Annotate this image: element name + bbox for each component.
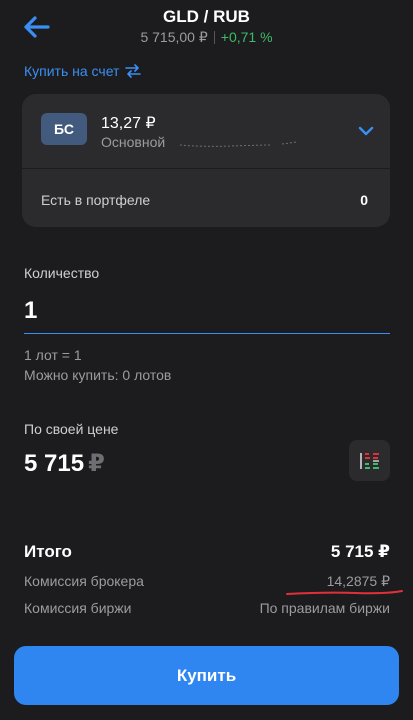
account-type-label: Купить на счет (24, 63, 120, 79)
exchange-fee-label: Комиссия биржи (24, 600, 132, 616)
annotation-underline (286, 590, 403, 595)
order-screen: GLD / RUB 5 715,00 ₽ +0,71 % Купить на сч… (0, 0, 413, 720)
instrument-title: GLD / RUB (163, 7, 250, 26)
account-select-button[interactable] (358, 124, 374, 142)
account-name: Основной (101, 134, 166, 150)
quote-divider (213, 31, 215, 44)
order-book-button[interactable] (349, 440, 390, 481)
order-book-icon (359, 452, 379, 469)
price-currency: ₽ (88, 450, 105, 477)
portfolio-value: 0 (360, 192, 368, 208)
instrument-quote: 5 715,00 ₽ +0,71 % (0, 29, 413, 46)
account-balance: 13,27 ₽ (101, 115, 156, 132)
buy-button[interactable]: Купить (14, 646, 399, 705)
account-card: БС 13,27 ₽ Основной Есть в портфеле 0 (22, 94, 390, 227)
account-badge: БС (41, 113, 87, 145)
quantity-label: Количество (24, 265, 100, 281)
total-label: Итого (24, 542, 72, 561)
instrument-price: 5 715,00 ₽ (140, 29, 208, 45)
redacted-scribble (179, 141, 298, 147)
portfolio-label: Есть в портфеле (41, 192, 151, 208)
price-change: +0,71 % (220, 29, 273, 45)
limit-price-label: По своей цене (24, 421, 119, 437)
chevron-down-icon (358, 126, 374, 136)
exchange-fee-value: По правилам биржи (259, 600, 390, 616)
account-type-switch[interactable]: Купить на счет (24, 63, 142, 79)
limit-price-value: 5 715 (24, 450, 85, 477)
can-buy-info: Можно купить: 0 лотов (24, 367, 172, 383)
swap-arrows-icon (125, 64, 142, 78)
lot-size-info: 1 лот = 1 (24, 347, 82, 363)
broker-fee-label: Комиссия брокера (24, 573, 144, 589)
limit-price-field[interactable]: 5 715 ₽ (24, 449, 105, 478)
total-value: 5 715 ₽ (330, 542, 390, 561)
card-divider (22, 168, 390, 169)
broker-fee-value: 14,2875 ₽ (326, 573, 390, 589)
quantity-input[interactable] (24, 288, 390, 334)
